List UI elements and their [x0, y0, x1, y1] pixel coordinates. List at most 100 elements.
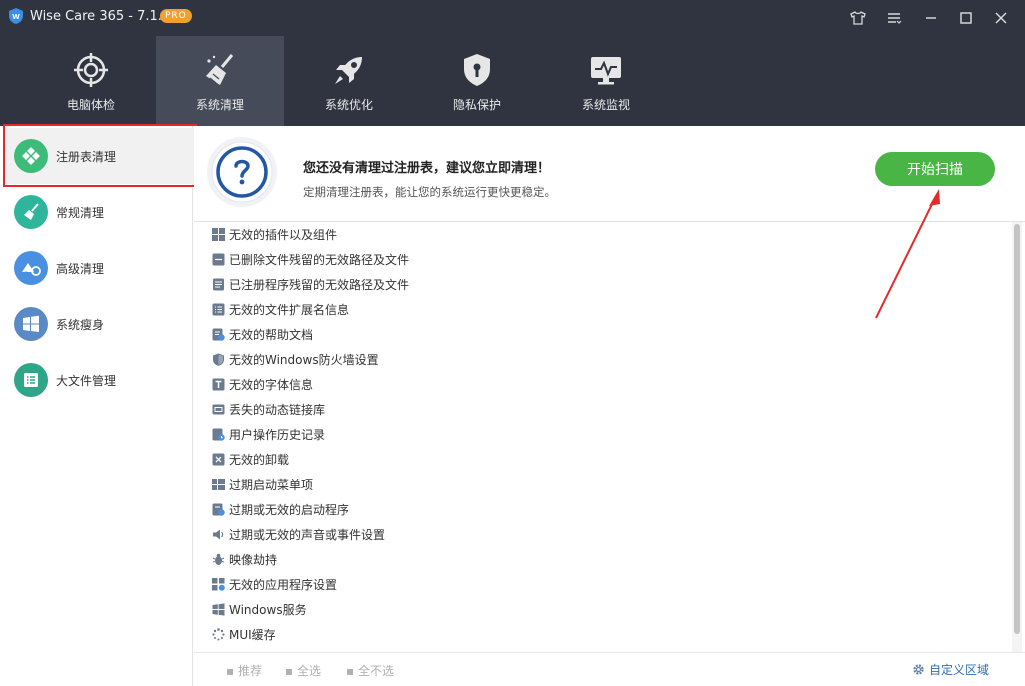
- app-settings-icon: [212, 577, 225, 591]
- broom-icon: [206, 54, 234, 85]
- start-scan-button[interactable]: 开始扫描: [875, 152, 995, 186]
- list-item[interactable]: 丢失的动态链接库: [212, 399, 325, 419]
- shield-icon: [464, 54, 490, 86]
- select-none-link[interactable]: ▪ 全不选: [346, 662, 394, 679]
- tab-label: 电脑体检: [66, 98, 115, 112]
- select-none-label: 全不选: [357, 664, 394, 678]
- list-item[interactable]: 用户操作历史记录: [212, 424, 325, 444]
- list-item-label: 无效的Windows防火墙设置: [229, 352, 379, 367]
- registry-icon: [14, 139, 48, 173]
- tshirt-icon: [850, 11, 866, 25]
- sidebar-item-label: 大文件管理: [56, 373, 117, 388]
- top-navigation: 电脑体检 系统清理 系统优化 隐私保护 系统监视: [0, 36, 1025, 126]
- file-icon: [212, 253, 225, 266]
- sidebar-item-label: 常规清理: [56, 205, 105, 220]
- menu-items-icon: [212, 478, 225, 491]
- sidebar-item-label: 高级清理: [56, 261, 105, 276]
- list-item-label: 过期或无效的声音或事件设置: [229, 527, 386, 542]
- recommend-label: 推荐: [237, 664, 262, 678]
- menu-icon: [888, 13, 902, 24]
- list-item-label: Windows服务: [229, 602, 307, 617]
- list-item[interactable]: Windows服务: [212, 599, 307, 619]
- list-item[interactable]: 无效的文件扩展名信息: [212, 299, 349, 319]
- maximize-button[interactable]: [953, 6, 979, 30]
- list-item[interactable]: 无效的插件以及组件: [212, 224, 337, 244]
- skin-button[interactable]: [845, 6, 871, 30]
- list-item-label: 已删除文件残留的无效路径及文件: [229, 252, 410, 267]
- menu-button[interactable]: [881, 6, 907, 30]
- tab-privacy-protect[interactable]: 隐私保护: [413, 36, 541, 126]
- uninstall-icon: [212, 453, 225, 466]
- select-all-label: 全选: [296, 664, 321, 678]
- list-item[interactable]: 已删除文件残留的无效路径及文件: [212, 249, 409, 269]
- list-scrollbar[interactable]: [1012, 222, 1022, 652]
- list-item[interactable]: 无效的卸载: [212, 449, 289, 469]
- list-item[interactable]: 无效的字体信息: [212, 374, 313, 394]
- custom-area-label: 自定义区域: [929, 663, 990, 677]
- list-item-label: 用户操作历史记录: [229, 427, 326, 442]
- disk-clean-icon: [14, 251, 48, 285]
- svg-text:W: W: [12, 13, 20, 21]
- history-icon: [212, 428, 225, 441]
- list-item[interactable]: 过期或无效的声音或事件设置: [212, 524, 385, 544]
- sound-icon: [212, 528, 225, 541]
- list-item-label: MUI缓存: [229, 627, 276, 642]
- list-item-label: 无效的文件扩展名信息: [229, 302, 350, 317]
- custom-area-link[interactable]: 自定义区域: [912, 661, 989, 678]
- minimize-icon: [926, 17, 936, 19]
- list-item[interactable]: 无效的应用程序设置: [212, 574, 337, 594]
- sidebar-item-registry-clean[interactable]: 注册表清理: [4, 128, 194, 184]
- gear-icon: [913, 664, 924, 675]
- target-icon: [74, 53, 108, 87]
- list-item[interactable]: MUI缓存: [212, 624, 276, 644]
- list-item[interactable]: 过期启动菜单项: [212, 474, 313, 494]
- list-item-label: 无效的应用程序设置: [229, 577, 338, 592]
- tab-label: 隐私保护: [452, 98, 501, 112]
- rocket-icon: [335, 57, 362, 84]
- footer-bar: ▪ 推荐 ▪ 全选 ▪ 全不选 自定义区域: [194, 652, 1025, 686]
- list-item[interactable]: 已注册程序残留的无效路径及文件: [212, 274, 409, 294]
- scroll-thumb[interactable]: [1014, 224, 1020, 634]
- tab-system-clean[interactable]: 系统清理: [156, 36, 284, 126]
- close-button[interactable]: [988, 6, 1014, 30]
- sidebar: 注册表清理 常规清理 高级清理 系统瘦身 大文件管理: [0, 126, 194, 686]
- broom-icon: [14, 195, 48, 229]
- bug-icon: [212, 553, 225, 566]
- tab-system-monitor[interactable]: 系统监视: [542, 36, 670, 126]
- title-bar: W Wise Care 365 - 7.1.1 PRO: [0, 0, 1025, 36]
- banner: 您还没有清理过注册表，建议您立即清理！ 定期清理注册表，能让您的系统运行更快更稳…: [194, 126, 1025, 222]
- dll-icon: [212, 403, 225, 416]
- sidebar-item-common-clean[interactable]: 常规清理: [4, 184, 194, 240]
- minimize-button[interactable]: [918, 6, 944, 30]
- sidebar-item-advanced-clean[interactable]: 高级清理: [4, 240, 194, 296]
- sidebar-item-large-file[interactable]: 大文件管理: [4, 352, 194, 408]
- app-logo-icon: W: [9, 8, 23, 24]
- font-icon: [212, 378, 225, 391]
- tab-label: 系统监视: [581, 98, 630, 112]
- question-icon: [207, 137, 277, 207]
- close-icon: [995, 12, 1007, 24]
- startup-icon: [212, 503, 225, 516]
- app-title: Wise Care 365 - 7.1.1: [30, 9, 171, 24]
- list-item[interactable]: 过期或无效的启动程序: [212, 499, 349, 519]
- windows-icon: [14, 307, 48, 341]
- list-item-label: 无效的卸载: [229, 452, 290, 467]
- maximize-icon: [960, 12, 972, 24]
- recommend-link[interactable]: ▪ 推荐: [226, 662, 262, 679]
- sidebar-item-system-slim[interactable]: 系统瘦身: [4, 296, 194, 352]
- list-item-label: 无效的字体信息: [229, 377, 314, 392]
- list-item-label: 无效的帮助文档: [229, 327, 314, 342]
- help-doc-icon: [212, 328, 225, 341]
- list-item-label: 过期启动菜单项: [229, 477, 314, 492]
- list-item-label: 映像劫持: [229, 552, 278, 567]
- tab-system-optimize[interactable]: 系统优化: [285, 36, 413, 126]
- list-item[interactable]: 映像劫持: [212, 549, 277, 569]
- file-manager-icon: [14, 363, 48, 397]
- select-all-link[interactable]: ▪ 全选: [285, 662, 321, 679]
- tab-pc-checkup[interactable]: 电脑体检: [27, 36, 155, 126]
- list-item[interactable]: 无效的Windows防火墙设置: [212, 349, 379, 369]
- firewall-icon: [212, 353, 225, 366]
- pro-badge: PRO: [160, 9, 192, 23]
- list-item[interactable]: 无效的帮助文档: [212, 324, 313, 344]
- list-item-label: 丢失的动态链接库: [229, 402, 326, 417]
